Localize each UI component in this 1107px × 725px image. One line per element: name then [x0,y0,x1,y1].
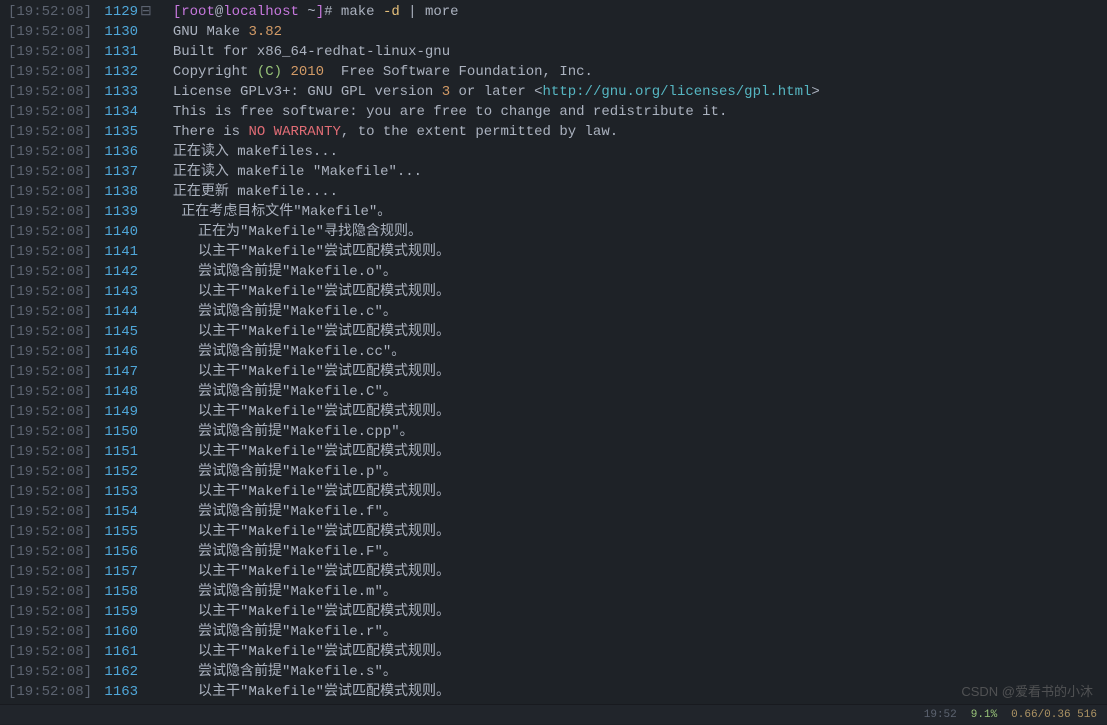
terminal-line: [19:52:08] 1154 尝试隐含前提"Makefile.f"。 [0,502,1107,522]
terminal-line: [19:52:08] 1137 正在读入 makefile "Makefile"… [0,162,1107,182]
terminal-line: [19:52:08] 1155 以主干"Makefile"尝试匹配模式规则。 [0,522,1107,542]
terminal-line: [19:52:08] 1141 以主干"Makefile"尝试匹配模式规则。 [0,242,1107,262]
terminal-line: [19:52:08] 1149 以主干"Makefile"尝试匹配模式规则。 [0,402,1107,422]
terminal-line: [19:52:08] 1158 尝试隐含前提"Makefile.m"。 [0,582,1107,602]
terminal-line: [19:52:08] 1142 尝试隐含前提"Makefile.o"。 [0,262,1107,282]
terminal-line: [19:52:08] 1153 以主干"Makefile"尝试匹配模式规则。 [0,482,1107,502]
terminal-line: [19:52:08] 1131 Built for x86_64-redhat-… [0,42,1107,62]
terminal-line: [19:52:08] 1129⊟ [root@localhost ~]# mak… [0,2,1107,22]
terminal-line: [19:52:08] 1145 以主干"Makefile"尝试匹配模式规则。 [0,322,1107,342]
timestamp: [19:52:08] [8,2,92,22]
line-number: 1129 [96,2,138,22]
line-content: [root@localhost ~]# make -d | more [156,2,459,22]
terminal-line: [19:52:08] 1132 Copyright (C) 2010 Free … [0,62,1107,82]
terminal-line: [19:52:08] 1151 以主干"Makefile"尝试匹配模式规则。 [0,442,1107,462]
watermark: CSDN @爱看书的小沐 [961,682,1093,702]
status-time: 19:52 [924,705,957,725]
terminal-line: [19:52:08] 1136 正在读入 makefiles... [0,142,1107,162]
terminal-line: [19:52:08] 1161 以主干"Makefile"尝试匹配模式规则。 [0,642,1107,662]
terminal-line: [19:52:08] 1156 尝试隐含前提"Makefile.F"。 [0,542,1107,562]
terminal-line: [19:52:08] 1140 正在为"Makefile"寻找隐含规则。 [0,222,1107,242]
fold-icon[interactable]: ⊟ [140,2,152,22]
status-timing: 0.66/0.36 516 [1011,705,1097,725]
terminal-line: [19:52:08] 1163 以主干"Makefile"尝试匹配模式规则。 [0,682,1107,702]
terminal-line: [19:52:08] 1148 尝试隐含前提"Makefile.C"。 [0,382,1107,402]
status-percent: 9.1% [971,705,997,725]
terminal-line: [19:52:08] 1150 尝试隐含前提"Makefile.cpp"。 [0,422,1107,442]
terminal-line: [19:52:08] 1159 以主干"Makefile"尝试匹配模式规则。 [0,602,1107,622]
terminal-line: [19:52:08] 1133 License GPLv3+: GNU GPL … [0,82,1107,102]
terminal-line: [19:52:08] 1138 正在更新 makefile.... [0,182,1107,202]
terminal-line: [19:52:08] 1144 尝试隐含前提"Makefile.c"。 [0,302,1107,322]
status-bar: 19:52 9.1% 0.66/0.36 516 [0,704,1107,724]
terminal-line: [19:52:08] 1162 尝试隐含前提"Makefile.s"。 [0,662,1107,682]
terminal-line: [19:52:08] 1147 以主干"Makefile"尝试匹配模式规则。 [0,362,1107,382]
terminal-line: [19:52:08] 1143 以主干"Makefile"尝试匹配模式规则。 [0,282,1107,302]
terminal-line: [19:52:08] 1146 尝试隐含前提"Makefile.cc"。 [0,342,1107,362]
terminal-line: [19:52:08] 1160 尝试隐含前提"Makefile.r"。 [0,622,1107,642]
terminal-line: [19:52:08] 1134 This is free software: y… [0,102,1107,122]
terminal-line: [19:52:08] 1139 正在考虑目标文件"Makefile"。 [0,202,1107,222]
terminal-line: [19:52:08] 1157 以主干"Makefile"尝试匹配模式规则。 [0,562,1107,582]
terminal-output[interactable]: [19:52:08] 1129⊟ [root@localhost ~]# mak… [0,0,1107,704]
terminal-line: [19:52:08] 1135 There is NO WARRANTY, to… [0,122,1107,142]
terminal-line: [19:52:08] 1130 GNU Make 3.82 [0,22,1107,42]
terminal-line: [19:52:08] 1152 尝试隐含前提"Makefile.p"。 [0,462,1107,482]
